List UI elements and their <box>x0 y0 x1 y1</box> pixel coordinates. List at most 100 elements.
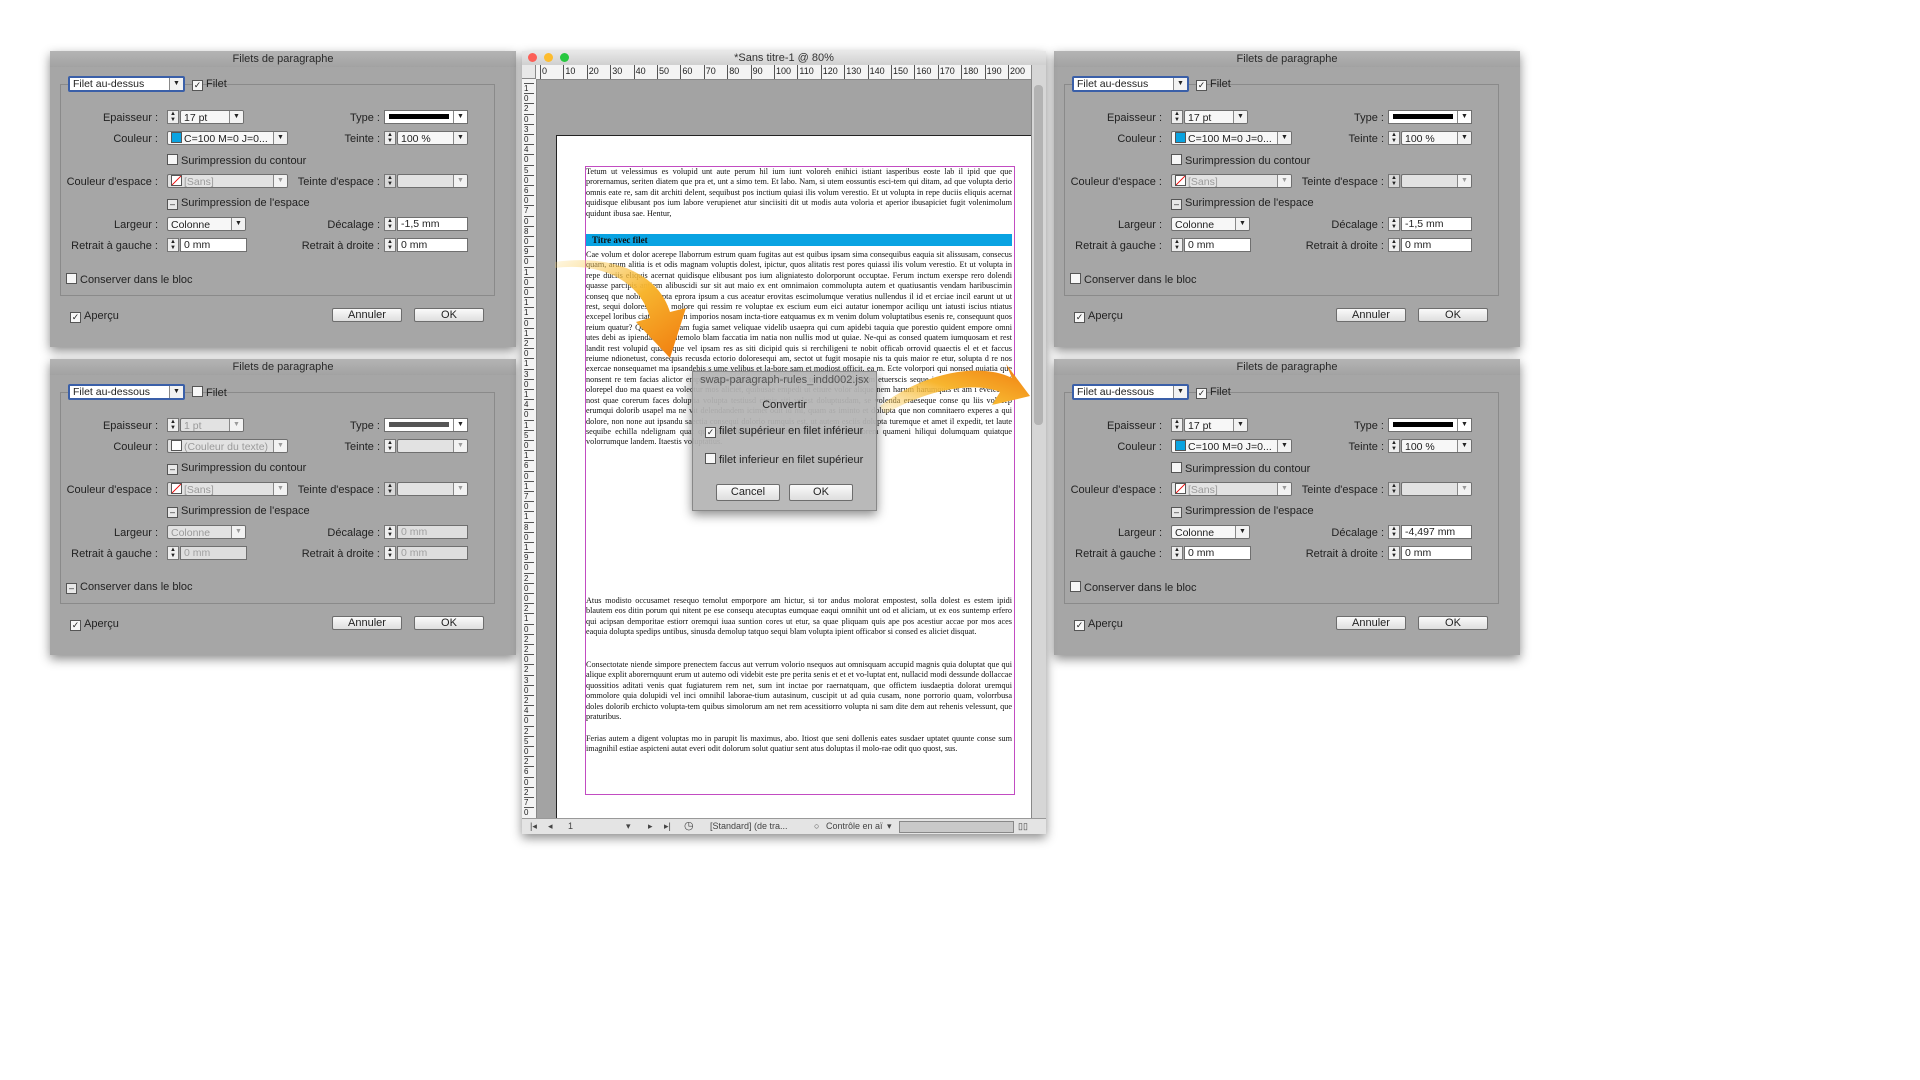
open-page-icon[interactable]: ◷ <box>684 819 694 834</box>
rule-type-select[interactable]: Filet au-dessus ▼ <box>1072 76 1189 92</box>
cancel-button[interactable]: Annuler <box>332 308 402 322</box>
tint-stepper[interactable]: ▲ ▼ <box>384 131 396 145</box>
option2-checkbox[interactable] <box>705 453 716 464</box>
rule-on-toggle[interactable]: ✓ Filet <box>1196 78 1231 91</box>
preflight-menu-chevron-icon[interactable]: ▾ <box>887 819 892 834</box>
weight-select[interactable]: 17 pt ▼ <box>1184 418 1248 432</box>
width-select[interactable]: Colonne ▼ <box>1171 525 1250 539</box>
rule-type-select[interactable]: Filet au-dessus ▼ <box>68 76 185 92</box>
right-indent-stepper[interactable]: ▲ ▼ <box>1388 546 1400 560</box>
preview-toggle[interactable]: ✓ Aperçu <box>70 618 119 631</box>
option-lower-to-upper[interactable]: filet inferieur en filet supérieur <box>705 453 863 466</box>
offset-stepper[interactable]: ▲ ▼ <box>384 525 396 539</box>
gap-color-select[interactable]: [Sans] ▼ <box>1171 482 1292 496</box>
offset-input[interactable]: -1,5 mm <box>1401 217 1472 231</box>
offset-input[interactable]: -1,5 mm <box>397 217 468 231</box>
gap-color-select[interactable]: [Sans] ▼ <box>167 174 288 188</box>
weight-stepper[interactable]: ▲ ▼ <box>167 110 179 124</box>
last-page-icon[interactable]: ▸| <box>664 819 671 834</box>
weight-stepper[interactable]: ▲ ▼ <box>1171 418 1183 432</box>
left-indent-stepper[interactable]: ▲ ▼ <box>167 238 179 252</box>
offset-input[interactable]: 0 mm <box>397 525 468 539</box>
split-view-icon[interactable]: ▯▯ <box>1018 819 1028 834</box>
width-select[interactable]: Colonne ▼ <box>167 525 246 539</box>
overprint-gap-toggle[interactable]: – Surimpression de l'espace <box>1171 197 1314 210</box>
overprint-stroke-toggle[interactable]: Surimpression du contour <box>1171 154 1310 167</box>
close-window-icon[interactable] <box>528 53 537 62</box>
rule-type-select[interactable]: Filet au-dessous ▼ <box>1072 384 1189 400</box>
cancel-button[interactable]: Annuler <box>1336 616 1406 630</box>
right-indent-input[interactable]: 0 mm <box>1401 238 1472 252</box>
width-select[interactable]: Colonne ▼ <box>1171 217 1250 231</box>
rule-on-toggle[interactable]: ✓ Filet <box>1196 386 1231 399</box>
horizontal-ruler[interactable]: 0 10 20 30 40 50 60 70 80 90 100 110 120 130 140 150 160… <box>536 65 1032 80</box>
ok-button[interactable]: OK <box>414 308 484 322</box>
keep-in-frame-toggle[interactable]: Conserver dans le bloc <box>1070 581 1197 594</box>
first-page-icon[interactable]: |◂ <box>530 819 537 834</box>
tint-stepper[interactable]: ▲ ▼ <box>1388 439 1400 453</box>
tint-stepper[interactable]: ▲ ▼ <box>1388 131 1400 145</box>
stroke-type-select[interactable]: ▼ <box>384 418 468 432</box>
stroke-type-select[interactable]: ▼ <box>384 110 468 124</box>
zoom-window-icon[interactable] <box>560 53 569 62</box>
weight-select[interactable]: 1 pt ▼ <box>180 418 244 432</box>
rule-on-toggle[interactable]: Filet <box>192 386 227 399</box>
offset-stepper[interactable]: ▲ ▼ <box>1388 525 1400 539</box>
ruler-origin[interactable] <box>522 65 536 79</box>
scroll-thumb[interactable] <box>1034 85 1043 425</box>
gap-tint-select[interactable]: ▼ <box>397 482 468 496</box>
option1-checkbox[interactable]: ✓ <box>705 427 716 438</box>
weight-stepper[interactable]: ▲ ▼ <box>1171 110 1183 124</box>
ok-button[interactable]: OK <box>1418 616 1488 630</box>
overprint-gap-toggle[interactable]: – Surimpression de l'espace <box>167 197 310 210</box>
overprint-gap-toggle[interactable]: – Surimpression de l'espace <box>167 505 310 518</box>
tint-select[interactable]: ▼ <box>397 439 468 453</box>
rule-on-toggle[interactable]: ✓ Filet <box>192 78 227 91</box>
left-indent-input[interactable]: 0 mm <box>1184 546 1251 560</box>
gap-color-select[interactable]: [Sans] ▼ <box>167 482 288 496</box>
overprint-stroke-toggle[interactable]: Surimpression du contour <box>167 154 306 167</box>
gap-tint-stepper[interactable]: ▲ ▼ <box>384 482 396 496</box>
weight-select[interactable]: 17 pt ▼ <box>1184 110 1248 124</box>
right-indent-input[interactable]: 0 mm <box>397 546 468 560</box>
page-number[interactable]: 1 <box>568 819 573 834</box>
minimize-window-icon[interactable] <box>544 53 553 62</box>
rule-type-select[interactable]: Filet au-dessous ▼ <box>68 384 185 400</box>
left-indent-input[interactable]: 0 mm <box>180 238 247 252</box>
offset-stepper[interactable]: ▲ ▼ <box>1388 217 1400 231</box>
preview-toggle[interactable]: ✓ Aperçu <box>1074 618 1123 631</box>
cancel-button[interactable]: Annuler <box>1336 308 1406 322</box>
gap-color-select[interactable]: [Sans] ▼ <box>1171 174 1292 188</box>
prev-page-icon[interactable]: ◂ <box>548 819 553 834</box>
ok-button[interactable]: OK <box>414 616 484 630</box>
left-indent-input[interactable]: 0 mm <box>1184 238 1251 252</box>
script-ok-button[interactable]: OK <box>789 484 853 501</box>
offset-input[interactable]: -4,497 mm <box>1401 525 1472 539</box>
overprint-stroke-toggle[interactable]: – Surimpression du contour <box>167 462 306 475</box>
tint-select[interactable]: 100 % ▼ <box>1401 131 1472 145</box>
gap-tint-stepper[interactable]: ▲ ▼ <box>1388 482 1400 496</box>
next-page-icon[interactable]: ▸ <box>648 819 653 834</box>
color-select[interactable]: C=100 M=0 J=0... ▼ <box>1171 131 1292 145</box>
left-indent-stepper[interactable]: ▲ ▼ <box>1171 238 1183 252</box>
gap-tint-select[interactable]: ▼ <box>1401 482 1472 496</box>
width-select[interactable]: Colonne ▼ <box>167 217 246 231</box>
right-indent-stepper[interactable]: ▲ ▼ <box>384 546 396 560</box>
left-indent-input[interactable]: 0 mm <box>180 546 247 560</box>
preflight-status[interactable]: Contrôle en aï <box>826 819 884 834</box>
right-indent-input[interactable]: 0 mm <box>397 238 468 252</box>
option-upper-to-lower[interactable]: ✓ filet supérieur en filet inférieur <box>705 425 863 438</box>
stroke-type-select[interactable]: ▼ <box>1388 418 1472 432</box>
gap-tint-stepper[interactable]: ▲ ▼ <box>384 174 396 188</box>
stroke-type-select[interactable]: ▼ <box>1388 110 1472 124</box>
color-select[interactable]: C=100 M=0 J=0... ▼ <box>1171 439 1292 453</box>
keep-in-frame-toggle[interactable]: – Conserver dans le bloc <box>66 581 193 594</box>
keep-in-frame-toggle[interactable]: Conserver dans le bloc <box>66 273 193 286</box>
right-indent-stepper[interactable]: ▲ ▼ <box>1388 238 1400 252</box>
gap-tint-select[interactable]: ▼ <box>397 174 468 188</box>
color-select[interactable]: (Couleur du texte) ▼ <box>167 439 288 453</box>
left-indent-stepper[interactable]: ▲ ▼ <box>1171 546 1183 560</box>
overprint-stroke-toggle[interactable]: Surimpression du contour <box>1171 462 1310 475</box>
weight-stepper[interactable]: ▲ ▼ <box>167 418 179 432</box>
preview-toggle[interactable]: ✓ Aperçu <box>1074 310 1123 323</box>
